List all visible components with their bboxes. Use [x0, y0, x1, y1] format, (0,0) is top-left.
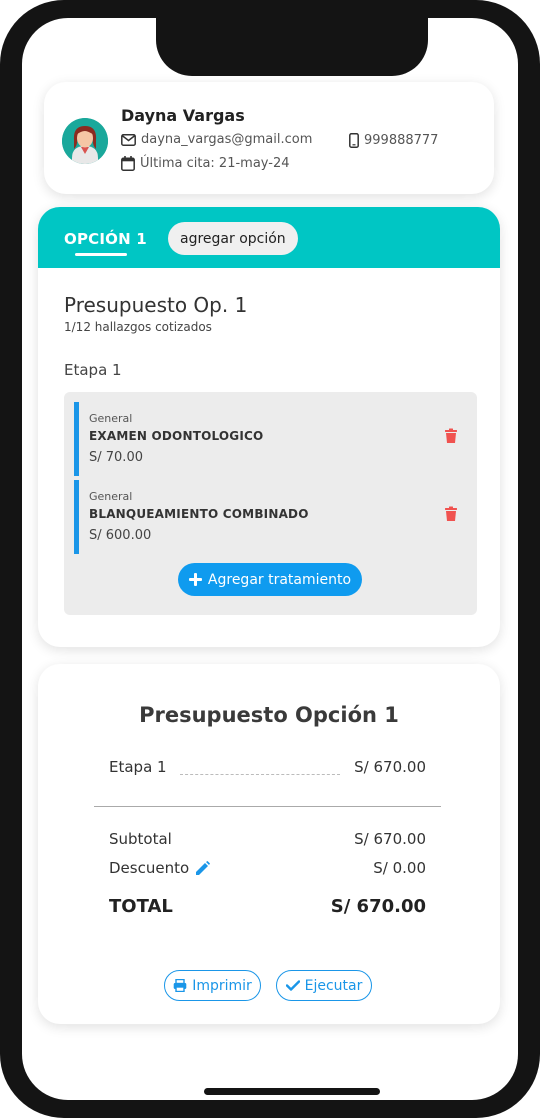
budget-title: Presupuesto Op. 1 [64, 293, 248, 317]
discount-value: S/ 0.00 [373, 859, 426, 877]
stage-label: Etapa 1 [64, 361, 122, 379]
patient-avatar [62, 118, 108, 164]
subtotal-value: S/ 670.00 [354, 830, 426, 848]
discount-label: Descuento [109, 859, 190, 877]
patient-last-visit: Última cita: 21-may-24 [140, 156, 290, 171]
summary-title: Presupuesto Opción 1 [139, 703, 399, 727]
treatment-item: General BLANQUEAMIENTO COMBINADO S/ 600.… [74, 480, 464, 554]
treatment-name: BLANQUEAMIENTO COMBINADO [89, 507, 309, 521]
print-label: Imprimir [192, 977, 252, 994]
execute-button[interactable]: Ejecutar [276, 970, 372, 1001]
check-icon [285, 980, 300, 991]
patient-email-row: dayna_vargas@gmail.com [121, 132, 312, 147]
summary-divider [94, 806, 441, 807]
plus-icon [188, 573, 202, 586]
trash-icon[interactable] [444, 506, 458, 522]
execute-label: Ejecutar [304, 977, 363, 994]
total-label: TOTAL [109, 896, 173, 917]
treatment-name: EXAMEN ODONTOLOGICO [89, 429, 264, 443]
subtotal-label: Subtotal [109, 830, 172, 848]
avatar-illustration-icon [62, 118, 108, 164]
add-treatment-label: Agregar tratamiento [207, 571, 352, 588]
treatment-price: S/ 70.00 [89, 450, 143, 465]
calendar-icon [121, 156, 135, 171]
trash-icon[interactable] [444, 428, 458, 444]
mobile-phone-icon [349, 133, 359, 148]
patient-phone-row: 999888777 [349, 133, 438, 148]
patient-name: Dayna Vargas [121, 106, 245, 125]
add-treatment-button[interactable]: Agregar tratamiento [178, 563, 362, 596]
envelope-icon [121, 133, 136, 146]
treatment-accent-bar [74, 480, 79, 554]
discount-row: Descuento [109, 859, 211, 877]
option-tab-bar: OPCIÓN 1 agregar opción [38, 207, 500, 268]
active-tab-indicator [75, 253, 127, 256]
treatment-category: General [89, 490, 133, 503]
summary-stage-amount: S/ 670.00 [354, 758, 426, 776]
summary-stage-label: Etapa 1 [109, 758, 167, 776]
tab-option-1[interactable]: OPCIÓN 1 [64, 230, 147, 248]
treatment-accent-bar [74, 402, 79, 476]
device-notch [156, 18, 428, 76]
total-value: S/ 670.00 [330, 896, 426, 917]
dotted-leader [180, 774, 340, 775]
print-button[interactable]: Imprimir [164, 970, 261, 1001]
pencil-edit-icon[interactable] [195, 860, 211, 876]
add-option-button[interactable]: agregar opción [168, 222, 298, 255]
budget-subtitle: 1/12 hallazgos cotizados [64, 320, 212, 334]
home-indicator [204, 1088, 380, 1095]
patient-last-visit-row: Última cita: 21-may-24 [121, 156, 290, 171]
treatment-category: General [89, 412, 133, 425]
treatment-price: S/ 600.00 [89, 528, 152, 543]
patient-email: dayna_vargas@gmail.com [141, 132, 313, 147]
patient-phone: 999888777 [364, 133, 439, 148]
treatment-item: General EXAMEN ODONTOLOGICO S/ 70.00 [74, 402, 464, 476]
printer-icon [173, 979, 187, 992]
